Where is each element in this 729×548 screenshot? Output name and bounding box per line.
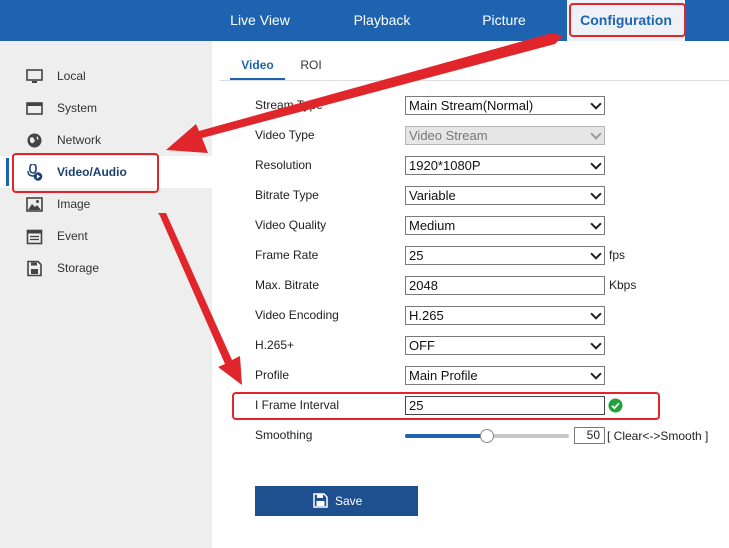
- max-bitrate-label: Max. Bitrate: [255, 278, 320, 292]
- bitrate-type-label: Bitrate Type: [255, 188, 319, 202]
- profile-label: Profile: [255, 368, 290, 382]
- sidebar-item-label: Event: [57, 229, 88, 243]
- profile-select[interactable]: Main Profile: [405, 366, 605, 385]
- frame-rate-unit: fps: [609, 248, 626, 262]
- sidebar-item-label: Local: [57, 69, 86, 83]
- stream-type-label: Stream Type: [255, 98, 323, 112]
- globe-icon: [27, 133, 42, 148]
- highlight-box-i-frame-interval: [232, 392, 660, 420]
- smoothing-slider[interactable]: [405, 429, 569, 443]
- calendar-icon: [26, 229, 43, 245]
- storage-icon: [27, 260, 42, 277]
- sidebar-item-event[interactable]: Event: [0, 220, 212, 252]
- max-bitrate-unit: Kbps: [609, 278, 637, 292]
- tab-divider: [220, 80, 729, 81]
- sidebar-item-label: Network: [57, 133, 102, 147]
- video-type-label: Video Type: [255, 128, 315, 142]
- resolution-label: Resolution: [255, 158, 312, 172]
- smoothing-hint: [ Clear<->Smooth ]: [607, 429, 709, 443]
- video-quality-label: Video Quality: [255, 218, 327, 232]
- video-type-select: Video Stream: [405, 126, 605, 145]
- sidebar-item-label: System: [57, 101, 98, 115]
- smoothing-label: Smoothing: [255, 428, 313, 442]
- bitrate-type-select[interactable]: Variable: [405, 186, 605, 205]
- highlight-box-configuration: [569, 3, 686, 37]
- sidebar: Local System Network Video/Audio Image E…: [0, 41, 212, 548]
- floppy-save-icon: [313, 493, 328, 508]
- h265plus-label: H.265+: [255, 338, 295, 352]
- sidebar-item-storage[interactable]: Storage: [0, 252, 212, 284]
- image-icon: [26, 197, 43, 212]
- frame-rate-label: Frame Rate: [255, 248, 319, 262]
- sidebar-item-label: Storage: [57, 261, 100, 275]
- tab-roi[interactable]: ROI: [291, 51, 331, 81]
- monitor-icon: [26, 69, 43, 83]
- smoothing-slider-handle[interactable]: [480, 429, 494, 443]
- video-quality-select[interactable]: Medium: [405, 216, 605, 235]
- smoothing-value-input[interactable]: 50: [574, 427, 605, 444]
- nav-live-view[interactable]: Live View: [212, 0, 308, 41]
- save-button-label: Save: [335, 494, 363, 508]
- frame-rate-select[interactable]: 25: [405, 246, 605, 265]
- resolution-select[interactable]: 1920*1080P: [405, 156, 605, 175]
- sidebar-item-network[interactable]: Network: [0, 124, 212, 156]
- max-bitrate-input[interactable]: 2048: [405, 276, 605, 295]
- save-button[interactable]: Save: [255, 486, 418, 516]
- nav-picture[interactable]: Picture: [456, 0, 552, 41]
- highlight-box-video-audio: [12, 153, 159, 193]
- h265plus-select[interactable]: OFF: [405, 336, 605, 355]
- sidebar-item-system[interactable]: System: [0, 92, 212, 124]
- video-encoding-select[interactable]: H.265: [405, 306, 605, 325]
- smoothing-slider-fill: [405, 434, 487, 438]
- stream-type-select[interactable]: Main Stream(Normal): [405, 96, 605, 115]
- video-encoding-label: Video Encoding: [255, 308, 339, 322]
- system-window-icon: [26, 102, 43, 115]
- sidebar-item-local[interactable]: Local: [0, 60, 212, 92]
- nav-playback[interactable]: Playback: [330, 0, 434, 41]
- tab-video[interactable]: Video: [230, 51, 285, 81]
